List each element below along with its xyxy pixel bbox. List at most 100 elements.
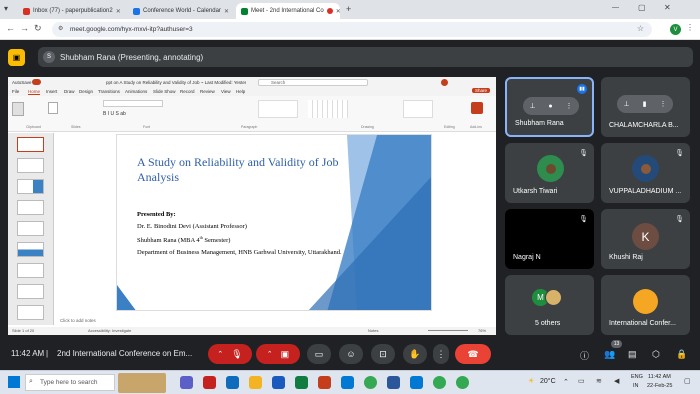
menu-transitions[interactable]: Transitions <box>98 89 120 94</box>
tray-chevron-icon[interactable]: ⌃ <box>563 378 569 386</box>
bookmark-star-icon[interactable]: ☆ <box>637 24 644 33</box>
camera-button[interactable]: ⌃ ▣ <box>256 344 300 364</box>
captions-button[interactable]: ▭ <box>307 344 331 364</box>
font-name-select[interactable] <box>103 100 163 107</box>
slide-thumbnail[interactable] <box>17 305 44 320</box>
weather-temp[interactable]: 20°C <box>540 378 556 385</box>
font-format-buttons[interactable]: B I U S ab <box>103 111 173 117</box>
slide-thumbnail[interactable] <box>17 179 44 194</box>
file-explorer-icon[interactable] <box>249 376 262 389</box>
slide-thumbnail[interactable] <box>17 284 44 299</box>
menu-insert[interactable]: Insert <box>46 89 57 94</box>
back-icon[interactable]: ← <box>6 23 15 33</box>
menu-record[interactable]: Record <box>180 89 195 94</box>
region[interactable]: IN <box>633 383 639 389</box>
present-icon[interactable]: ▣ <box>8 49 25 66</box>
menu-help[interactable]: Help <box>236 89 245 94</box>
chrome-icon[interactable] <box>364 376 377 389</box>
taskbar-search[interactable]: ⌕ Type here to search <box>25 374 115 391</box>
site-info-icon[interactable]: ⚙ <box>58 25 63 32</box>
slide-thumbnail[interactable] <box>17 263 44 278</box>
slide-thumbnail[interactable] <box>17 137 44 152</box>
mic-button[interactable]: ⌃ 🎙 <box>208 344 252 364</box>
app-icon[interactable] <box>203 376 216 389</box>
reload-icon[interactable]: ↻ <box>34 23 42 34</box>
excel-icon[interactable] <box>295 376 308 389</box>
menu-design[interactable]: Design <box>79 89 93 94</box>
tab-inbox[interactable]: Inbox (77) - paperpublication2 ✕ <box>18 3 122 19</box>
slide-canvas[interactable]: A Study on Reliability and Validity of J… <box>116 134 432 311</box>
tab-search-icon[interactable]: ▾ <box>4 4 8 13</box>
search-highlight-image[interactable] <box>118 373 166 393</box>
activities-icon[interactable]: ⬡ <box>652 349 660 360</box>
participant-tile[interactable]: M 5 others <box>505 275 594 335</box>
share-button[interactable]: Share <box>472 88 491 93</box>
tile-hover-controls[interactable]: ⊥ ● ⋮ <box>523 97 579 115</box>
participant-tile[interactable]: ⊥ ▮ ⋮ CHALAMCHARLA B... <box>601 77 690 137</box>
more-options-icon[interactable]: ⋮ <box>659 100 666 108</box>
notes-pane[interactable]: Click to add notes <box>54 317 496 325</box>
profile-avatar[interactable]: V <box>670 24 681 35</box>
user-avatar[interactable] <box>441 79 448 86</box>
clock-date[interactable]: 22-Feb-25 <box>647 383 672 389</box>
tab-meet[interactable]: Meet - 2nd International Co ✕ <box>236 3 340 19</box>
participant-tile[interactable]: 🎙 K Khushi Raj <box>601 209 690 269</box>
maximize-icon[interactable]: ▢ <box>638 3 646 12</box>
participant-tile[interactable]: 🎙 Utkarsh Tiwari <box>505 143 594 203</box>
close-icon[interactable]: ✕ <box>224 8 229 15</box>
powerpoint-icon[interactable] <box>318 376 331 389</box>
close-window-icon[interactable]: ✕ <box>664 3 671 12</box>
minimize-icon[interactable]: — <box>612 4 619 11</box>
zoom-level[interactable]: 76% <box>478 328 486 333</box>
menu-view[interactable]: View <box>221 89 231 94</box>
word-icon[interactable] <box>272 376 285 389</box>
menu-slideshow[interactable]: Slide Show <box>153 89 176 94</box>
tab-calendar[interactable]: Conference World - Calendar ✕ <box>128 3 232 19</box>
chevron-up-icon[interactable]: ⌃ <box>267 350 273 358</box>
notes-button[interactable]: Notes <box>368 328 378 333</box>
edge-icon[interactable] <box>226 376 239 389</box>
present-button[interactable]: ⊡ <box>371 344 395 364</box>
task-view-icon[interactable] <box>180 376 193 389</box>
more-options-icon[interactable]: ⋮ <box>566 102 573 110</box>
menu-review[interactable]: Review <box>200 89 215 94</box>
volume-icon[interactable]: ◀ <box>614 377 619 385</box>
pin-icon[interactable]: ⊥ <box>529 102 535 110</box>
fullscreen-icon[interactable]: ▮ <box>643 100 647 108</box>
menu-home[interactable]: Home <box>28 89 40 94</box>
zoom-slider[interactable] <box>428 330 468 331</box>
menu-file[interactable]: File <box>12 89 19 94</box>
weather-icon[interactable]: ☀ <box>528 377 534 385</box>
leave-call-button[interactable]: ☎ <box>455 344 491 364</box>
editing-group[interactable] <box>403 100 433 118</box>
more-menu-icon[interactable]: ⋮ <box>686 23 694 32</box>
slide-thumbnail[interactable] <box>17 242 44 257</box>
chrome-icon[interactable] <box>456 376 469 389</box>
text-direction-group[interactable] <box>258 100 298 118</box>
participant-tile[interactable]: ▮▮ ⊥ ● ⋮ Shubham Rana <box>505 77 594 137</box>
tile-hover-controls[interactable]: ⊥ ▮ ⋮ <box>617 95 673 113</box>
mute-icon[interactable]: ● <box>548 103 552 110</box>
menu-animations[interactable]: Animations <box>125 89 147 94</box>
url-input[interactable]: ⚙ meet.google.com/hyx-mxvi-itp?authuser=… <box>52 22 652 37</box>
menu-draw[interactable]: Draw <box>64 89 75 94</box>
wifi-icon[interactable]: ≋ <box>596 377 602 385</box>
reactions-button[interactable]: ☺ <box>339 344 363 364</box>
host-controls-icon[interactable]: 🔒 <box>676 349 687 360</box>
paste-icon[interactable] <box>12 102 24 116</box>
notifications-icon[interactable]: ▢ <box>684 377 691 385</box>
search-box[interactable]: Search <box>258 79 368 86</box>
chat-icon[interactable]: ▤ <box>628 349 637 360</box>
autosave-toggle[interactable] <box>32 79 41 85</box>
people-icon[interactable]: 👥 <box>604 349 615 360</box>
new-tab-icon[interactable]: + <box>346 4 351 14</box>
app-icon[interactable] <box>410 376 423 389</box>
add-ins-icon[interactable] <box>471 102 483 114</box>
more-options-button[interactable]: ⋮ <box>433 344 449 364</box>
chevron-up-icon[interactable]: ⌃ <box>217 350 223 358</box>
outlook-icon[interactable] <box>341 376 354 389</box>
slide-thumbnail[interactable] <box>17 200 44 215</box>
network-icon[interactable]: ▭ <box>578 377 585 385</box>
participant-tile[interactable]: 🎙 Nagraj N <box>505 209 594 269</box>
participant-tile[interactable]: International Confer... <box>601 275 690 335</box>
